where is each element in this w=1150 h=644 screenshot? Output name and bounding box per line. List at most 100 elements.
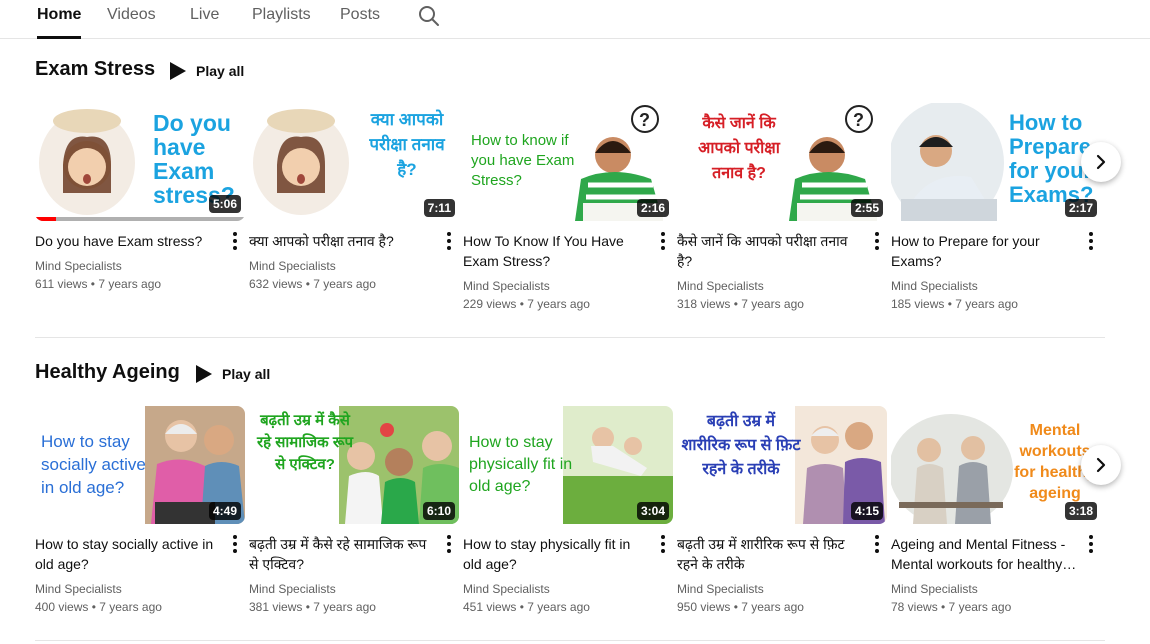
search-icon[interactable] [417,4,441,28]
chevron-right-icon [1096,154,1106,170]
duration-badge: 6:10 [422,502,455,520]
duration-badge: 2:16 [636,199,669,217]
video-title[interactable]: How to Prepare for your Exams? [891,231,1077,271]
video-row: How to stay socially active in old age? … [35,406,1105,614]
channel-name[interactable]: Mind Specialists [463,580,649,598]
thumbnail-text: बढ़ती उम्र में शारीरिक रूप से फ़िट रहने … [681,413,801,478]
video-thumbnail[interactable]: How to Prepare for your Exams? 2:17 [891,103,1101,221]
duration-badge: 3:18 [1064,502,1097,520]
tab-posts[interactable]: Posts [340,6,380,39]
shelf-next-button[interactable] [1081,445,1121,485]
video-thumbnail[interactable]: बढ़ती उम्र में कैसे रहे सामाजिक रूप से ए… [249,406,459,524]
thumbnail-text: How to stay physically fit in old age? [469,434,573,495]
video-thumbnail[interactable]: ? कैसे जानें कि आपको परीक्षा तनाव है? 2:… [677,103,887,221]
video-title[interactable]: बढ़ती उम्र में कैसे रहे सामाजिक रूप से ए… [249,534,435,574]
video-stats: 318 views • 7 years ago [677,297,804,311]
channel-name[interactable]: Mind Specialists [891,580,1077,598]
channel-name[interactable]: Mind Specialists [463,277,649,295]
video-stats: 185 views • 7 years ago [891,297,1018,311]
video-stats: 229 views • 7 years ago [463,297,590,311]
video-card: Mental workouts for healthy ageing 3:18 … [891,406,1101,616]
duration-badge: 4:15 [850,502,883,520]
video-row: Do you have Exam stress? 5:06 Do you hav… [35,103,1105,311]
thumbnail-text: Do you have Exam stress? [153,110,235,208]
video-card: बढ़ती उम्र में कैसे रहे सामाजिक रूप से ए… [249,406,459,616]
video-card: How to Prepare for your Exams? 2:17 How … [891,103,1101,313]
duration-badge: 2:17 [1064,199,1097,217]
video-stats: 950 views • 7 years ago [677,600,804,614]
more-options-icon[interactable] [1085,534,1097,554]
more-options-icon[interactable] [443,231,455,251]
video-thumbnail[interactable]: How to stay physically fit in old age? 3… [463,406,673,524]
channel-tabs: Home Videos Live Playlists Posts [0,0,1150,39]
shelf-exam-stress: Exam Stress Play all Do you have Exam st… [35,58,1105,328]
channel-name[interactable]: Mind Specialists [249,257,435,275]
tab-live[interactable]: Live [190,6,219,39]
video-card: How to stay socially active in old age? … [35,406,245,616]
play-all-button[interactable]: Play all [170,60,244,82]
video-card: बढ़ती उम्र में शारीरिक रूप से फ़िट रहने … [677,406,887,616]
shelf-title[interactable]: Exam Stress [35,58,155,81]
duration-badge: 3:04 [636,502,669,520]
section-divider [35,640,1105,641]
video-thumbnail[interactable]: Do you have Exam stress? 5:06 [35,103,245,221]
video-thumbnail[interactable]: ? How to know if you have Exam Stress? 2… [463,103,673,221]
channel-name[interactable]: Mind Specialists [891,277,1077,295]
more-options-icon[interactable] [657,534,669,554]
channel-name[interactable]: Mind Specialists [35,580,221,598]
video-title[interactable]: क्या आपको परीक्षा तनाव है? [249,231,435,251]
video-thumbnail[interactable]: How to stay socially active in old age? … [35,406,245,524]
more-options-icon[interactable] [871,534,883,554]
play-icon [170,62,186,80]
video-title[interactable]: बढ़ती उम्र में शारीरिक रूप से फ़िट रहने … [677,534,863,574]
channel-name[interactable]: Mind Specialists [677,277,863,295]
tab-playlists[interactable]: Playlists [252,6,311,39]
watch-progress [35,217,245,221]
video-stats: 381 views • 7 years ago [249,600,376,614]
more-options-icon[interactable] [443,534,455,554]
more-options-icon[interactable] [871,231,883,251]
video-stats: 632 views • 7 years ago [249,277,376,291]
duration-badge: 7:11 [423,199,455,217]
video-stats: 451 views • 7 years ago [463,600,590,614]
channel-name[interactable]: Mind Specialists [677,580,863,598]
more-options-icon[interactable] [1085,231,1097,251]
video-thumbnail[interactable]: बढ़ती उम्र में शारीरिक रूप से फ़िट रहने … [677,406,887,524]
video-card: ? कैसे जानें कि आपको परीक्षा तनाव है? 2:… [677,103,887,313]
video-thumbnail[interactable]: क्या आपको परीक्षा तनाव है? 7:11 [249,103,459,221]
shelf-next-button[interactable] [1081,142,1121,182]
more-options-icon[interactable] [229,231,241,251]
more-options-icon[interactable] [657,231,669,251]
video-thumbnail[interactable]: Mental workouts for healthy ageing 3:18 [891,406,1101,524]
play-all-button[interactable]: Play all [196,363,270,385]
video-title[interactable]: How To Know If You Have Exam Stress? [463,231,649,271]
video-title[interactable]: How to stay socially active in old age? [35,534,221,574]
video-title[interactable]: How to stay physically fit in old age? [463,534,649,574]
video-card: How to stay physically fit in old age? 3… [463,406,673,616]
video-stats: 611 views • 7 years ago [35,277,162,291]
svg-text:?: ? [853,110,864,130]
play-icon [196,365,212,383]
video-stats: 400 views • 7 years ago [35,600,162,614]
video-title[interactable]: Ageing and Mental Fitness - Mental worko… [891,534,1077,574]
channel-name[interactable]: Mind Specialists [35,257,221,275]
svg-text:?: ? [639,110,650,130]
thumbnail-text: बढ़ती उम्र में कैसे रहे सामाजिक रूप से ए… [256,412,354,473]
shelf-title[interactable]: Healthy Ageing [35,361,180,384]
more-options-icon[interactable] [229,534,241,554]
tab-home[interactable]: Home [37,6,82,39]
shelf-healthy-ageing: Healthy Ageing Play all How to stay soci… [35,361,1105,631]
channel-name[interactable]: Mind Specialists [249,580,435,598]
video-stats: 78 views • 7 years ago [891,600,1012,614]
duration-badge: 2:55 [850,199,883,217]
thumbnail-text: क्या आपको परीक्षा तनाव है? [369,110,445,179]
video-card: ? How to know if you have Exam Stress? 2… [463,103,673,313]
duration-badge: 4:49 [208,502,241,520]
tab-videos[interactable]: Videos [107,6,156,39]
duration-badge: 5:06 [208,195,241,213]
video-title[interactable]: Do you have Exam stress? [35,231,221,251]
video-card: क्या आपको परीक्षा तनाव है? 7:11 क्या आपक… [249,103,459,293]
video-card: Do you have Exam stress? 5:06 Do you hav… [35,103,245,293]
video-title[interactable]: कैसे जानें कि आपको परीक्षा तनाव है? [677,231,863,271]
thumbnail-text: कैसे जानें कि आपको परीक्षा तनाव है? [698,115,780,182]
